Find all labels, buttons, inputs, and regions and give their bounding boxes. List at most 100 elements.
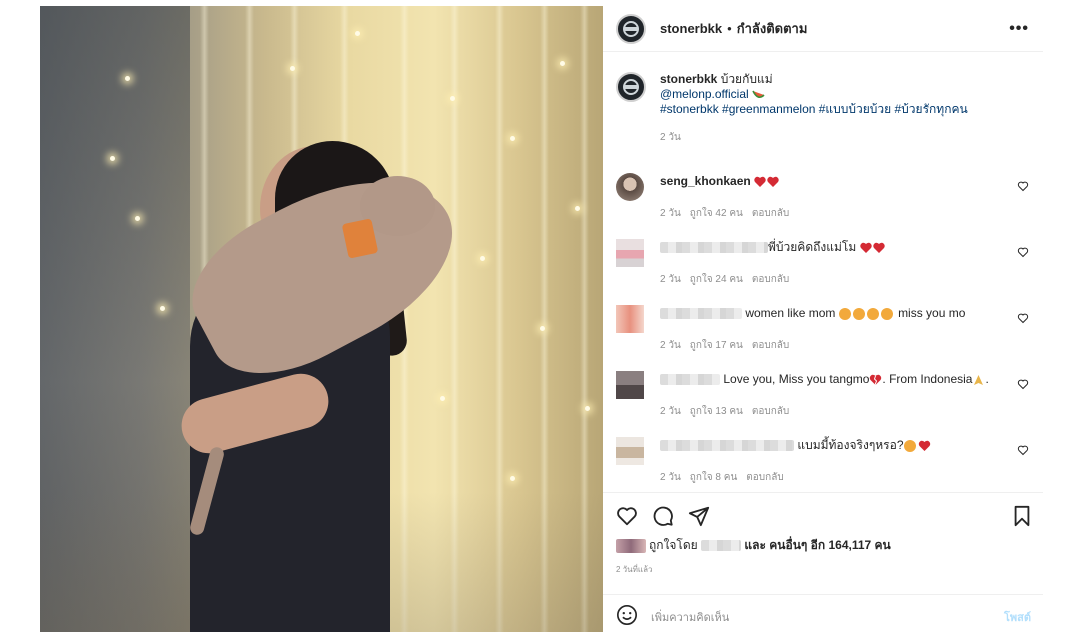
comment-time: 2 วัน xyxy=(660,406,681,417)
comment-likes[interactable]: ถูกใจ 42 คน xyxy=(690,208,743,219)
post-comment-button[interactable]: โพสต์ xyxy=(1004,608,1031,626)
comment-time: 2 วัน xyxy=(660,208,681,219)
bookmark-icon[interactable] xyxy=(1012,505,1032,527)
avatar[interactable] xyxy=(616,305,644,333)
caption-text-block: stonerbkk บ้วยกับแม่ @melonp.official #s… xyxy=(660,72,1029,117)
comment-likes[interactable]: ถูกใจ 24 คน xyxy=(690,274,743,285)
reply-button[interactable]: ตอบกลับ xyxy=(752,406,789,417)
liked-by-line: ถูกใจโดย และ คนอื่นๆ อีก 164,117 คน xyxy=(616,536,891,555)
fairy-light xyxy=(510,136,515,141)
comment-likes[interactable]: ถูกใจ 17 คน xyxy=(690,340,743,351)
comment-item: Love you, Miss you tangmo . From Indonesi… xyxy=(603,368,1043,434)
like-comment-heart-icon[interactable] xyxy=(1017,246,1029,258)
comment-likes[interactable]: ถูกใจ 13 คน xyxy=(690,406,743,417)
fairy-light xyxy=(480,256,485,261)
comment-line: women like mom miss you mo xyxy=(660,306,965,321)
header-username[interactable]: stonerbkk xyxy=(660,21,722,36)
reply-button[interactable]: ตอบกลับ xyxy=(752,208,789,219)
comment-meta: 2 วัน ถูกใจ 17 คน ตอบกลับ xyxy=(660,338,798,353)
comment-text: Love you, Miss you tangmo xyxy=(723,372,870,386)
reply-button[interactable]: ตอบกลับ xyxy=(746,472,783,483)
fairy-light xyxy=(540,326,545,331)
fairy-light xyxy=(560,61,565,66)
heart-emoji-icon xyxy=(859,242,885,253)
post-caption: stonerbkk บ้วยกับแม่ @melonp.official #s… xyxy=(603,52,1043,170)
comment-line: seng_khonkaen xyxy=(660,174,780,189)
crying-face-icon xyxy=(852,307,865,320)
caption-time: 2 วัน xyxy=(660,132,681,143)
fairy-light xyxy=(290,66,295,71)
comment-meta: 2 วัน ถูกใจ 13 คน ตอบกลับ xyxy=(660,404,798,419)
comments-list: seng_khonkaen 2 วัน ถูกใจ 42 คน ตอบกลับ พี… xyxy=(603,170,1043,500)
blurred-username xyxy=(660,440,794,452)
avatar[interactable] xyxy=(616,72,646,102)
heart-eyes-face-icon xyxy=(903,439,916,452)
comment-text-tail: . From Indonesia xyxy=(882,372,973,386)
fairy-light xyxy=(450,96,455,101)
reply-button[interactable]: ตอบกลับ xyxy=(752,274,789,285)
like-comment-heart-icon[interactable] xyxy=(1017,312,1029,324)
comment-item: women like mom miss you mo 2 วัน ถูกใจ 17… xyxy=(603,302,1043,368)
comment-item: seng_khonkaen 2 วัน ถูกใจ 42 คน ตอบกลับ xyxy=(603,170,1043,236)
comment-icon[interactable] xyxy=(652,505,674,527)
comment-text: พี่บ้วยคิดถึงแม่โม xyxy=(768,240,857,254)
following-button[interactable]: กำลังติดตาม xyxy=(737,18,808,39)
watermelon-emoji-icon xyxy=(752,90,765,98)
crying-face-icon xyxy=(866,307,879,320)
avatar[interactable] xyxy=(616,239,644,267)
liked-by-prefix: ถูกใจโดย xyxy=(649,538,698,552)
like-comment-heart-icon[interactable] xyxy=(1017,378,1029,390)
comment-input[interactable]: เพิ่มความคิดเห็น xyxy=(651,608,729,626)
header-separator: • xyxy=(727,21,732,36)
heart-emoji-icon xyxy=(754,176,779,187)
caption-username[interactable]: stonerbkk xyxy=(660,72,717,86)
comment-meta: 2 วัน ถูกใจ 8 คน ตอบกลับ xyxy=(660,470,793,485)
heart-emoji-icon xyxy=(918,440,930,451)
caption-hashtags[interactable]: #stonerbkk #greenmanmelon #แบบบ้วยบ้วย #… xyxy=(660,102,968,116)
comment-meta: 2 วัน ถูกใจ 24 คน ตอบกลับ xyxy=(660,272,798,287)
comment-text: women like mom xyxy=(745,306,836,320)
comment-text-tail: miss you mo xyxy=(898,306,966,320)
comment-item: แบมมี้ท้องจริงๆหรอ? 2 วัน ถูกใจ 8 คน ตอบกล… xyxy=(603,434,1043,500)
liked-by-count[interactable]: และ คนอื่นๆ อีก 164,117 คน xyxy=(744,538,890,552)
post-action-bar xyxy=(603,492,1043,534)
avatar[interactable] xyxy=(616,173,644,201)
post-time-ago: 2 วันที่แล้ว xyxy=(616,565,653,574)
caption-mention[interactable]: @melonp.official xyxy=(660,87,749,101)
fairy-light xyxy=(575,206,580,211)
heart-icon[interactable] xyxy=(616,505,638,527)
share-icon[interactable] xyxy=(688,505,710,527)
comment-line: พี่บ้วยคิดถึงแม่โม xyxy=(660,240,886,255)
smile-icon[interactable] xyxy=(616,604,638,626)
fairy-light xyxy=(510,476,515,481)
comment-username[interactable]: seng_khonkaen xyxy=(660,174,751,188)
fairy-light xyxy=(355,31,360,36)
crying-face-icon xyxy=(880,307,893,320)
like-comment-heart-icon[interactable] xyxy=(1017,180,1029,192)
fairy-light xyxy=(135,216,140,221)
instagram-post-view: stonerbkk • กำลังติดตาม ••• stonerbkk บ้… xyxy=(0,0,1080,636)
caption-text: บ้วยกับแม่ xyxy=(720,72,773,86)
comment-time: 2 วัน xyxy=(660,472,681,483)
fairy-light xyxy=(585,406,590,411)
comment-meta: 2 วัน ถูกใจ 42 คน ตอบกลับ xyxy=(660,206,798,221)
post-side-panel: stonerbkk • กำลังติดตาม ••• stonerbkk บ้… xyxy=(603,6,1043,632)
comment-text: แบมมี้ท้องจริงๆหรอ? xyxy=(797,438,904,452)
comment-likes[interactable]: ถูกใจ 8 คน xyxy=(690,472,738,483)
avatar[interactable] xyxy=(616,371,644,399)
post-header: stonerbkk • กำลังติดตาม ••• xyxy=(603,6,1043,52)
add-comment-bar: เพิ่มความคิดเห็น โพสต์ xyxy=(603,594,1043,632)
fairy-light xyxy=(440,396,445,401)
avatar[interactable] xyxy=(616,437,644,465)
blurred-username xyxy=(660,374,720,386)
blurred-username xyxy=(660,308,742,320)
like-comment-heart-icon[interactable] xyxy=(1017,444,1029,456)
more-icon[interactable]: ••• xyxy=(1009,20,1029,38)
reply-button[interactable]: ตอบกลับ xyxy=(752,340,789,351)
fairy-light xyxy=(110,156,115,161)
avatar[interactable] xyxy=(616,13,646,44)
broken-heart-emoji-icon xyxy=(870,374,882,386)
liker-avatar[interactable] xyxy=(616,538,646,553)
post-photo[interactable] xyxy=(40,6,603,632)
comment-time: 2 วัน xyxy=(660,340,681,351)
